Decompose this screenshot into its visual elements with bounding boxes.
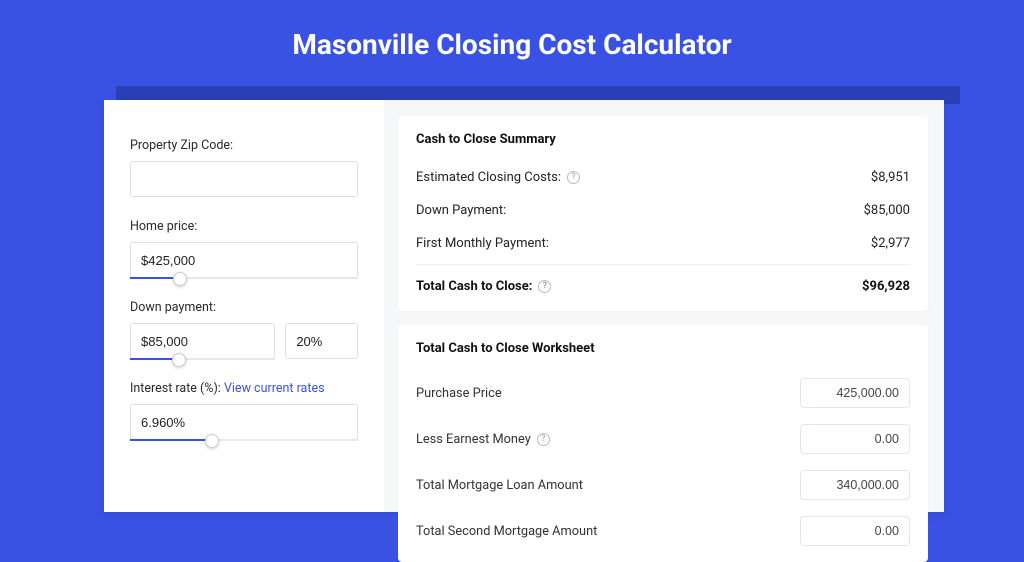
down-payment-slider[interactable]	[130, 353, 275, 365]
slider-thumb[interactable]	[173, 272, 187, 286]
summary-value: $85,000	[864, 203, 910, 218]
field-home-price: Home price:	[130, 219, 358, 278]
worksheet-row-second-mortgage: Total Second Mortgage Amount	[416, 508, 910, 554]
worksheet-title: Total Cash to Close Worksheet	[416, 341, 910, 356]
summary-label: Down Payment:	[416, 203, 506, 218]
page-header: Masonville Closing Cost Calculator	[0, 0, 1024, 79]
worksheet-card: Total Cash to Close Worksheet Purchase P…	[398, 325, 928, 562]
worksheet-label: Less Earnest Money	[416, 432, 531, 447]
interest-rate-label: Interest rate (%): View current rates	[130, 381, 358, 396]
interest-rate-slider[interactable]	[130, 434, 358, 446]
zip-input[interactable]	[130, 161, 358, 197]
summary-label: Estimated Closing Costs:	[416, 170, 561, 185]
summary-value: $8,951	[871, 170, 910, 185]
slider-thumb[interactable]	[172, 353, 186, 367]
worksheet-row-purchase-price: Purchase Price	[416, 370, 910, 416]
summary-label: First Monthly Payment:	[416, 236, 549, 251]
worksheet-label: Purchase Price	[416, 386, 502, 401]
view-current-rates-link[interactable]: View current rates	[224, 381, 325, 396]
slider-fill	[130, 439, 212, 441]
worksheet-row-mortgage-amount: Total Mortgage Loan Amount	[416, 462, 910, 508]
help-icon[interactable]: ?	[538, 280, 551, 293]
down-payment-percent-wrap	[285, 323, 358, 359]
help-icon[interactable]: ?	[567, 171, 580, 184]
summary-total-value: $96,928	[862, 279, 910, 294]
worksheet-row-earnest-money: Less Earnest Money ?	[416, 416, 910, 462]
summary-row-first-monthly: First Monthly Payment: $2,977	[416, 227, 910, 260]
worksheet-input-second-mortgage[interactable]	[800, 516, 910, 546]
results-panel: Cash to Close Summary Estimated Closing …	[384, 100, 944, 512]
inputs-panel: Property Zip Code: Home price: Down paym…	[104, 100, 384, 512]
summary-title: Cash to Close Summary	[416, 132, 910, 147]
field-zip: Property Zip Code:	[130, 138, 358, 197]
home-price-slider[interactable]	[130, 272, 358, 284]
zip-label: Property Zip Code:	[130, 138, 358, 153]
summary-value: $2,977	[871, 236, 910, 251]
field-down-payment: Down payment:	[130, 300, 358, 359]
worksheet-input-earnest-money[interactable]	[800, 424, 910, 454]
worksheet-label: Total Second Mortgage Amount	[416, 524, 597, 539]
summary-total-label: Total Cash to Close:	[416, 279, 532, 294]
interest-rate-label-text: Interest rate (%):	[130, 381, 224, 396]
worksheet-label: Total Mortgage Loan Amount	[416, 478, 583, 493]
summary-row-down-payment: Down Payment: $85,000	[416, 194, 910, 227]
home-price-label: Home price:	[130, 219, 358, 234]
slider-thumb[interactable]	[205, 434, 219, 448]
worksheet-input-mortgage-amount[interactable]	[800, 470, 910, 500]
down-payment-percent-input[interactable]	[285, 323, 358, 359]
down-payment-slider-wrap	[130, 323, 275, 359]
summary-card: Cash to Close Summary Estimated Closing …	[398, 116, 928, 311]
help-icon[interactable]: ?	[537, 433, 550, 446]
worksheet-input-purchase-price[interactable]	[800, 378, 910, 408]
home-price-slider-wrap	[130, 242, 358, 278]
field-interest-rate: Interest rate (%): View current rates	[130, 381, 358, 440]
page-title: Masonville Closing Cost Calculator	[0, 28, 1024, 61]
down-payment-label: Down payment:	[130, 300, 358, 315]
interest-slider-wrap	[130, 404, 358, 440]
summary-row-closing-costs: Estimated Closing Costs: ? $8,951	[416, 161, 910, 194]
calculator-container: Property Zip Code: Home price: Down paym…	[104, 100, 944, 512]
summary-row-total: Total Cash to Close: ? $96,928	[416, 264, 910, 303]
